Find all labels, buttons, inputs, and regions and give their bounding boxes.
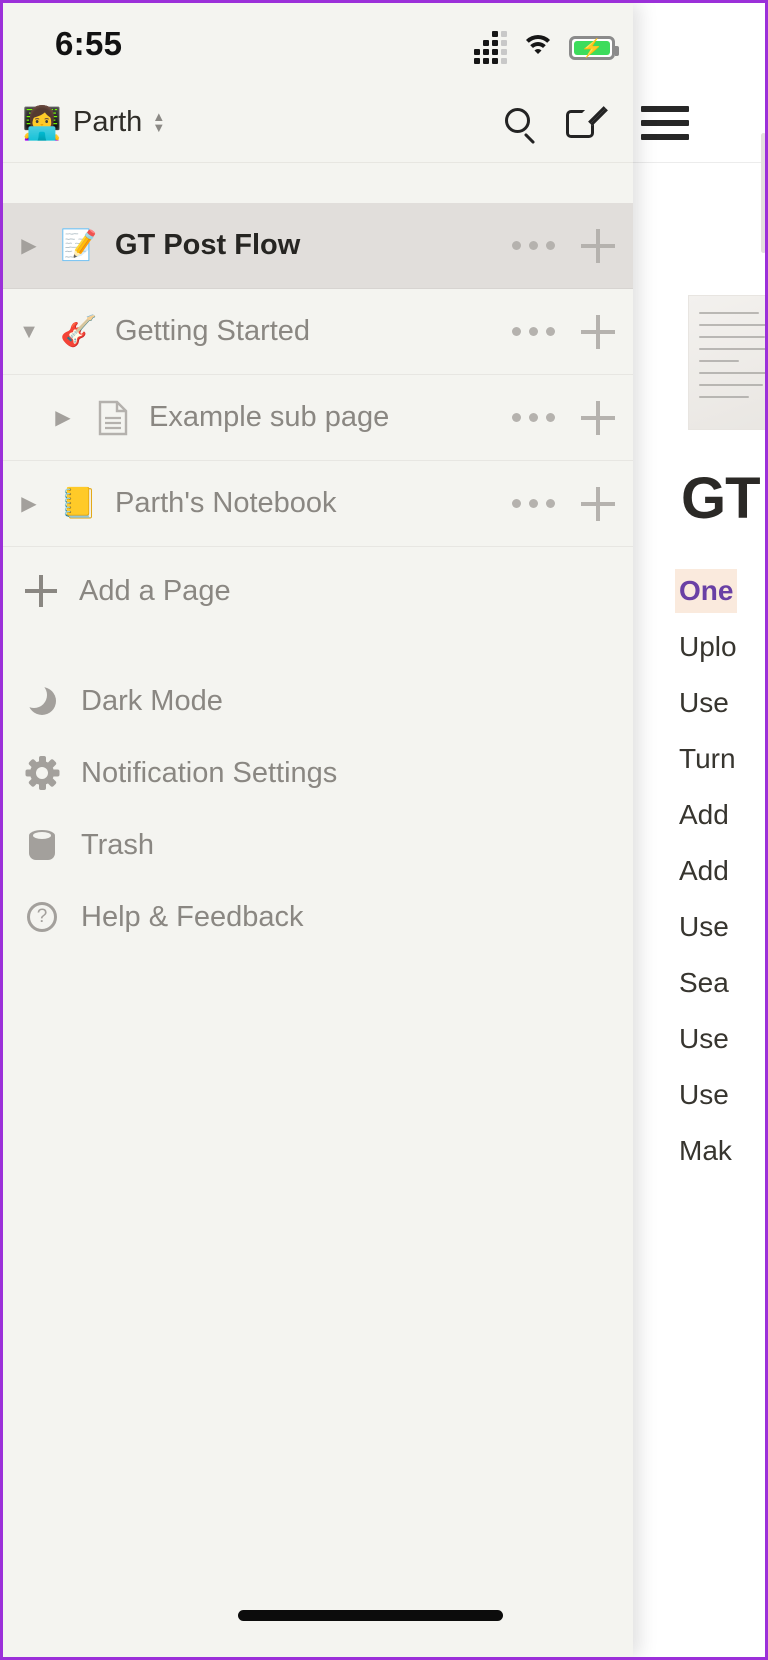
- page-row-label: GT Post Flow: [115, 229, 301, 261]
- list-item[interactable]: Use: [679, 899, 765, 955]
- workspace-header: 👩‍💻 Parth ▲ ▼: [3, 83, 633, 163]
- handwritten-note-cover: [688, 295, 765, 430]
- list-item-label: One: [675, 569, 738, 613]
- sidebar-page-row-parths-notebook[interactable]: ▶ 📒 Parth's Notebook: [3, 461, 633, 547]
- more-options-icon[interactable]: [512, 327, 555, 336]
- list-item[interactable]: Add: [679, 843, 765, 899]
- page-row-label: Getting Started: [115, 315, 311, 347]
- sidebar-item-label: Dark Mode: [81, 684, 223, 717]
- expand-caret-icon[interactable]: ▶: [3, 236, 55, 256]
- page-content-list: One Uplo Use Turn Add Add Use Sea Use Us…: [675, 563, 765, 1179]
- cellular-signal-icon: [474, 31, 507, 64]
- sidebar-item-trash[interactable]: Trash: [3, 809, 633, 881]
- list-item[interactable]: Use: [679, 1067, 765, 1123]
- workspace-name[interactable]: Parth: [73, 106, 142, 139]
- home-indicator: [238, 1610, 503, 1621]
- phone-screen: GT Post Flow One Uplo Use Turn Add Add U…: [0, 0, 768, 1660]
- sidebar-item-label: Notification Settings: [81, 756, 338, 789]
- document-icon: [89, 400, 137, 436]
- sidebar-page-row-getting-started[interactable]: ▼ 🎸 Getting Started: [3, 289, 633, 375]
- list-item[interactable]: Add: [679, 787, 765, 843]
- list-item[interactable]: Use: [679, 1011, 765, 1067]
- sidebar-item-notification-settings[interactable]: Notification Settings: [3, 737, 633, 809]
- page-content-panel: GT Post Flow One Uplo Use Turn Add Add U…: [633, 3, 765, 1657]
- list-item[interactable]: Sea: [679, 955, 765, 1011]
- sidebar-page-row-gt-post-flow[interactable]: ▶ 📝 GT Post Flow: [3, 203, 633, 289]
- scrollbar[interactable]: [761, 133, 765, 253]
- expand-caret-icon[interactable]: ▶: [3, 494, 55, 514]
- more-options-icon[interactable]: [512, 241, 555, 250]
- utility-menu-spacer: [3, 635, 633, 665]
- page-row-label: Parth's Notebook: [115, 487, 337, 519]
- plus-icon: [25, 575, 57, 607]
- sidebar-page-row-example-sub-page[interactable]: ▶ Example sub page: [3, 375, 633, 461]
- battery-charging-icon: ⚡: [569, 35, 619, 60]
- sidebar-drawer: 6:55 ⚡ 👩‍💻 Part: [3, 3, 633, 1657]
- more-options-icon[interactable]: [512, 499, 555, 508]
- search-icon[interactable]: [489, 92, 551, 154]
- hamburger-menu-icon[interactable]: [641, 105, 689, 140]
- expand-caret-icon[interactable]: ▶: [37, 408, 89, 428]
- add-a-page-button[interactable]: Add a Page: [3, 547, 633, 635]
- add-subpage-icon[interactable]: [581, 400, 615, 435]
- list-item[interactable]: Uplo: [679, 619, 765, 675]
- compose-icon[interactable]: [551, 92, 613, 154]
- sidebar-item-label: Help & Feedback: [81, 900, 304, 933]
- page-panel-statusbar-spacer: [633, 3, 765, 83]
- page-emoji-icon: 🎸: [60, 314, 98, 348]
- add-a-page-label: Add a Page: [79, 574, 231, 607]
- add-subpage-icon[interactable]: [581, 486, 615, 521]
- status-bar-indicators: ⚡: [474, 31, 619, 64]
- gear-icon: [25, 756, 59, 790]
- sidebar-item-label: Trash: [81, 828, 155, 861]
- trash-icon: [25, 828, 59, 862]
- add-subpage-icon[interactable]: [581, 314, 615, 349]
- list-item[interactable]: Use: [679, 675, 765, 731]
- page-row-label: Example sub page: [149, 401, 390, 433]
- more-options-icon[interactable]: [512, 413, 555, 422]
- moon-icon: [21, 682, 59, 718]
- list-item[interactable]: Turn: [679, 731, 765, 787]
- list-item[interactable]: One: [675, 563, 765, 619]
- status-bar-clock: 6:55: [55, 25, 123, 62]
- page-title: GT Post Flow: [681, 466, 765, 531]
- wifi-icon: [521, 34, 555, 61]
- add-subpage-icon[interactable]: [581, 228, 615, 263]
- page-emoji-icon: 📝: [60, 228, 98, 262]
- list-item[interactable]: Mak: [679, 1123, 765, 1179]
- avatar[interactable]: 👩‍💻: [21, 107, 63, 139]
- page-emoji-icon: 📒: [60, 486, 98, 520]
- list-top-spacer: [3, 163, 633, 203]
- sidebar-item-help-feedback[interactable]: ? Help & Feedback: [3, 881, 633, 953]
- collapse-caret-icon[interactable]: ▼: [3, 322, 55, 342]
- sidebar-item-dark-mode[interactable]: Dark Mode: [3, 665, 633, 737]
- page-panel-header: [633, 83, 765, 163]
- question-circle-icon: ?: [25, 900, 59, 934]
- chevron-updown-icon[interactable]: ▲ ▼: [152, 110, 165, 134]
- status-bar: 6:55 ⚡: [3, 3, 633, 83]
